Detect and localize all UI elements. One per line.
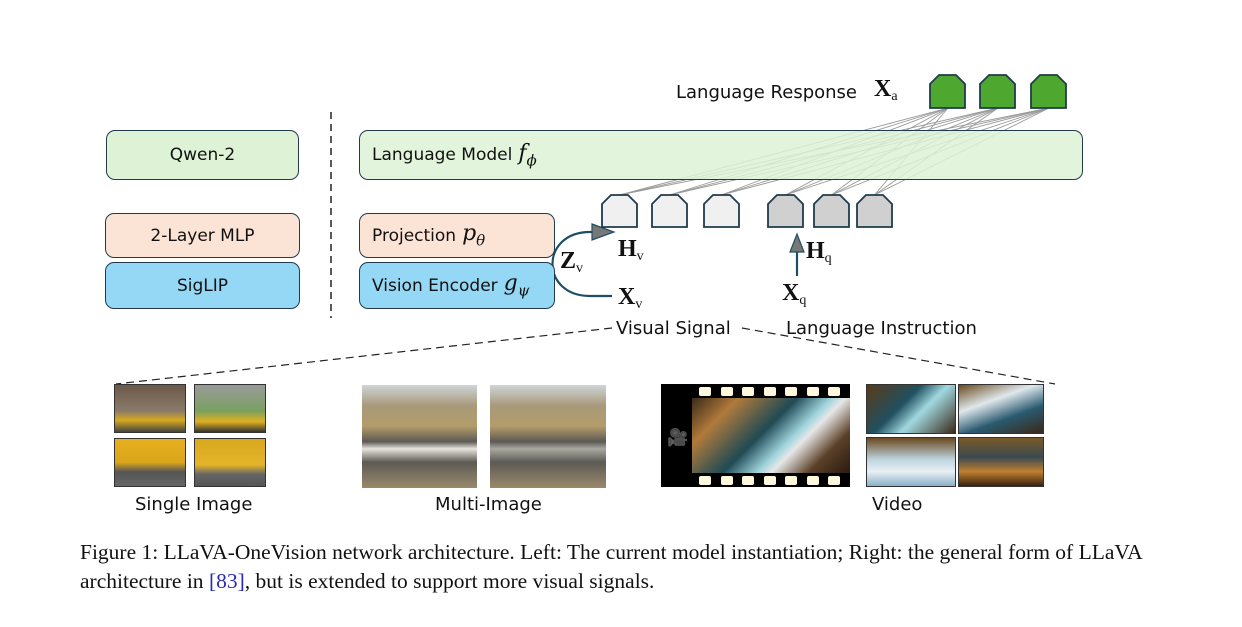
video-film-strip: 🎥 [661, 384, 850, 487]
film-hole [763, 476, 776, 485]
language-token-3 [856, 194, 893, 228]
visual-token-1 [601, 194, 638, 228]
video-keyframe-2 [958, 384, 1044, 434]
language-token-1 [767, 194, 804, 228]
film-hole [785, 476, 797, 485]
mlp-label: 2-Layer MLP [150, 225, 255, 246]
visual-token-3 [703, 194, 740, 228]
qwen2-box: Qwen-2 [106, 130, 299, 180]
siglip-label: SigLIP [176, 275, 229, 296]
figure-caption: Figure 1: LLaVA-OneVision network archit… [80, 538, 1160, 596]
language-instruction-label: Language Instruction [786, 318, 977, 339]
vision-encoder-label: Vision Encoder [372, 275, 498, 296]
multi-image-label: Multi-Image [435, 494, 542, 515]
film-hole [828, 476, 840, 485]
caption-text-suffix: , but is extended to support more visual… [244, 569, 655, 593]
response-token-3 [1030, 74, 1067, 109]
film-hole [720, 387, 733, 396]
zv-symbol: Zv [560, 248, 584, 276]
projection-symbol: pθ [462, 221, 486, 250]
xa-symbol: Xa [874, 76, 898, 104]
video-camera-icon: 🎥 [667, 428, 689, 448]
video-label: Video [872, 494, 923, 515]
vision-encoder-box: Vision Encoder gψ [359, 262, 555, 309]
language-model-label: Language Model [372, 145, 513, 165]
film-hole [699, 476, 711, 485]
siglip-box: SigLIP [105, 262, 300, 309]
xq-symbol: Xq [782, 280, 807, 308]
qwen2-label: Qwen-2 [169, 145, 236, 165]
multi-image-monkey [490, 385, 606, 488]
xv-symbol: Xv [618, 284, 643, 312]
single-image-crop-4 [194, 438, 266, 487]
film-hole [806, 387, 819, 396]
hq-arrowhead [789, 232, 805, 253]
video-keyframe-1 [866, 384, 956, 434]
single-image-label: Single Image [135, 494, 253, 515]
language-model-symbol: fϕ [518, 140, 537, 170]
film-hole [742, 476, 754, 485]
visual-signal-dash-left [115, 327, 613, 385]
single-image-crop-2 [194, 384, 266, 433]
film-hole [806, 476, 819, 485]
language-model-box: Language Model fϕ [359, 130, 1083, 180]
projection-label: Projection [372, 225, 457, 246]
video-frame [692, 398, 850, 473]
film-hole [699, 387, 711, 396]
response-token-2 [979, 74, 1016, 109]
visual-token-2 [651, 194, 688, 228]
caption-citation-link[interactable]: [83] [209, 569, 245, 593]
response-token-1 [929, 74, 966, 109]
hv-symbol: Hv [618, 236, 644, 264]
mlp-box: 2-Layer MLP [105, 213, 300, 258]
film-hole [828, 387, 840, 396]
hq-symbol: Hq [806, 238, 832, 266]
vision-encoder-symbol: gψ [503, 271, 530, 300]
video-keyframe-3 [866, 437, 956, 487]
visual-signal-label: Visual Signal [616, 318, 731, 339]
projection-box: Projection pθ [359, 213, 555, 258]
multi-image-dog [362, 385, 477, 488]
video-keyframe-4 [958, 437, 1044, 487]
language-response-label: Language Response [676, 82, 858, 103]
single-image-crop-1 [114, 384, 186, 433]
film-hole [720, 476, 733, 485]
diagram-connectors [115, 74, 1067, 385]
single-image-crop-3 [114, 438, 186, 487]
film-hole [742, 387, 754, 396]
language-token-2 [813, 194, 850, 228]
film-hole [785, 387, 797, 396]
film-hole [763, 387, 776, 396]
